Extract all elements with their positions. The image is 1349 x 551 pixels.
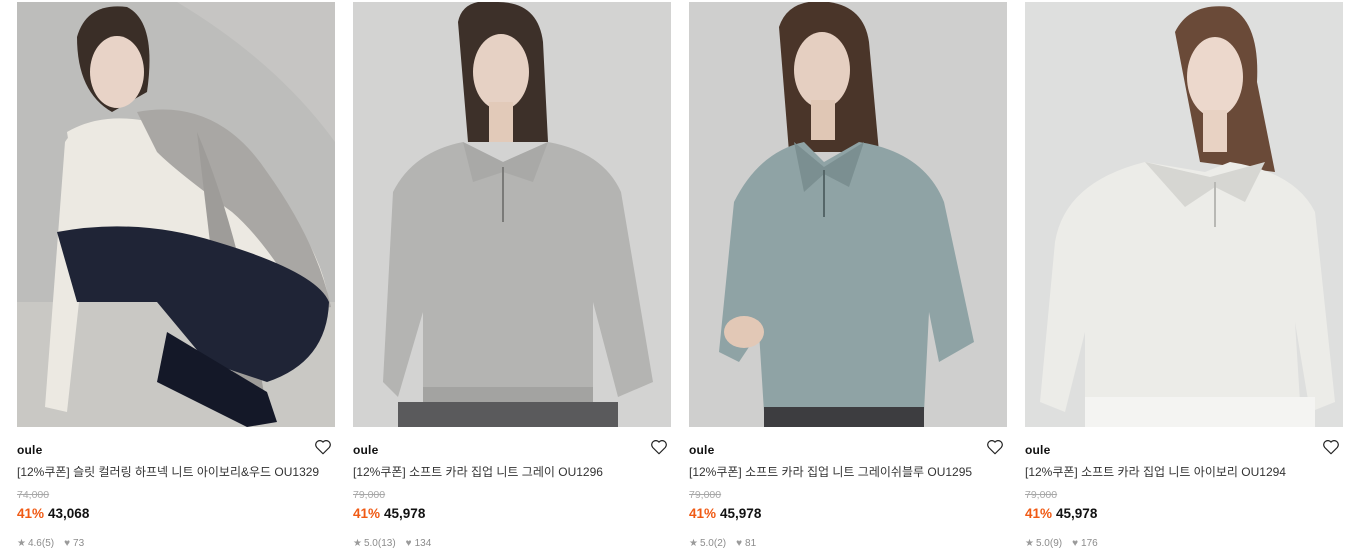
wishlist-heart-icon[interactable]	[649, 437, 669, 457]
original-price: 74,000	[17, 489, 50, 501]
like-count: 176	[1081, 538, 1098, 549]
price-row: 41% 45,978	[1025, 505, 1343, 523]
rating-value: 4.6	[27, 538, 42, 549]
review-count: (2)	[713, 538, 727, 549]
discount-rate: 41%	[17, 506, 45, 521]
product-image[interactable]	[1025, 2, 1343, 427]
product-card[interactable]: oule [12%쿠폰] 소프트 카라 집업 니트 그레이 OU1296 79,…	[353, 2, 671, 551]
product-meta: ★ 5.0 (2) ♥ 81	[689, 537, 1007, 551]
star-icon: ★	[353, 538, 362, 549]
wishlist-heart-icon[interactable]	[1321, 437, 1341, 457]
discount-rate: 41%	[1025, 506, 1053, 521]
original-price: 79,000	[1025, 489, 1058, 501]
product-card[interactable]: oule [12%쿠폰] 슬릿 컬러링 하프넥 니트 아이보리&우드 OU132…	[17, 2, 335, 551]
discount-rate: 41%	[353, 506, 381, 521]
product-card[interactable]: oule [12%쿠폰] 소프트 카라 집업 니트 아이보리 OU1294 79…	[1025, 2, 1343, 551]
star-icon: ★	[689, 538, 698, 549]
rating-value: 5.0	[363, 538, 378, 549]
brand-name[interactable]: oule	[17, 442, 335, 458]
product-info: oule [12%쿠폰] 소프트 카라 집업 니트 그레이쉬블루 OU1295 …	[689, 427, 1007, 551]
product-title[interactable]: [12%쿠폰] 소프트 카라 집업 니트 그레이 OU1296	[353, 464, 671, 480]
rating-value: 5.0	[1035, 538, 1050, 549]
star-icon: ★	[1025, 538, 1034, 549]
product-grid: oule [12%쿠폰] 슬릿 컬러링 하프넥 니트 아이보리&우드 OU132…	[17, 2, 1343, 551]
product-title[interactable]: [12%쿠폰] 슬릿 컬러링 하프넥 니트 아이보리&우드 OU1329	[17, 464, 335, 480]
product-meta: ★ 5.0 (13) ♥ 134	[353, 537, 671, 551]
brand-name[interactable]: oule	[689, 442, 1007, 458]
product-meta: ★ 4.6 (5) ♥ 73	[17, 537, 335, 551]
model-photo-sweater	[1025, 2, 1343, 427]
rating-value: 5.0	[699, 538, 714, 549]
product-title[interactable]: [12%쿠폰] 소프트 카라 집업 니트 아이보리 OU1294	[1025, 464, 1343, 480]
sale-price: 45,978	[384, 506, 426, 521]
heart-filled-icon: ♥	[405, 538, 412, 549]
original-price: 79,000	[689, 489, 722, 501]
brand-name[interactable]: oule	[353, 442, 671, 458]
sale-price: 45,978	[1056, 506, 1098, 521]
like-count: 73	[73, 538, 85, 549]
discount-rate: 41%	[689, 506, 717, 521]
product-image[interactable]	[689, 2, 1007, 427]
product-meta: ★ 5.0 (9) ♥ 176	[1025, 537, 1343, 551]
price-row: 41% 43,068	[17, 505, 335, 523]
product-info: oule [12%쿠폰] 슬릿 컬러링 하프넥 니트 아이보리&우드 OU132…	[17, 427, 335, 551]
original-price: 79,000	[353, 489, 386, 501]
review-count: (5)	[41, 538, 55, 549]
heart-filled-icon: ♥	[64, 538, 71, 549]
model-photo-sweater	[689, 2, 1007, 427]
sale-price: 43,068	[48, 506, 90, 521]
price-row: 41% 45,978	[353, 505, 671, 523]
like-count: 134	[414, 538, 432, 549]
review-count: (13)	[377, 538, 396, 549]
price-row: 41% 45,978	[689, 505, 1007, 523]
wishlist-heart-icon[interactable]	[313, 437, 333, 457]
like-count: 81	[745, 538, 757, 549]
sale-price: 45,978	[720, 506, 762, 521]
product-info: oule [12%쿠폰] 소프트 카라 집업 니트 그레이 OU1296 79,…	[353, 427, 671, 551]
heart-filled-icon: ♥	[1072, 538, 1079, 549]
product-image[interactable]	[17, 2, 335, 427]
brand-name[interactable]: oule	[1025, 442, 1343, 458]
product-title[interactable]: [12%쿠폰] 소프트 카라 집업 니트 그레이쉬블루 OU1295	[689, 464, 1007, 480]
model-photo-sweater	[353, 2, 671, 427]
heart-filled-icon: ♥	[736, 538, 743, 549]
model-photo-sweater	[17, 2, 335, 427]
review-count: (9)	[1049, 538, 1063, 549]
product-card[interactable]: oule [12%쿠폰] 소프트 카라 집업 니트 그레이쉬블루 OU1295 …	[689, 2, 1007, 551]
product-image[interactable]	[353, 2, 671, 427]
wishlist-heart-icon[interactable]	[985, 437, 1005, 457]
star-icon: ★	[17, 538, 26, 549]
product-info: oule [12%쿠폰] 소프트 카라 집업 니트 아이보리 OU1294 79…	[1025, 427, 1343, 551]
